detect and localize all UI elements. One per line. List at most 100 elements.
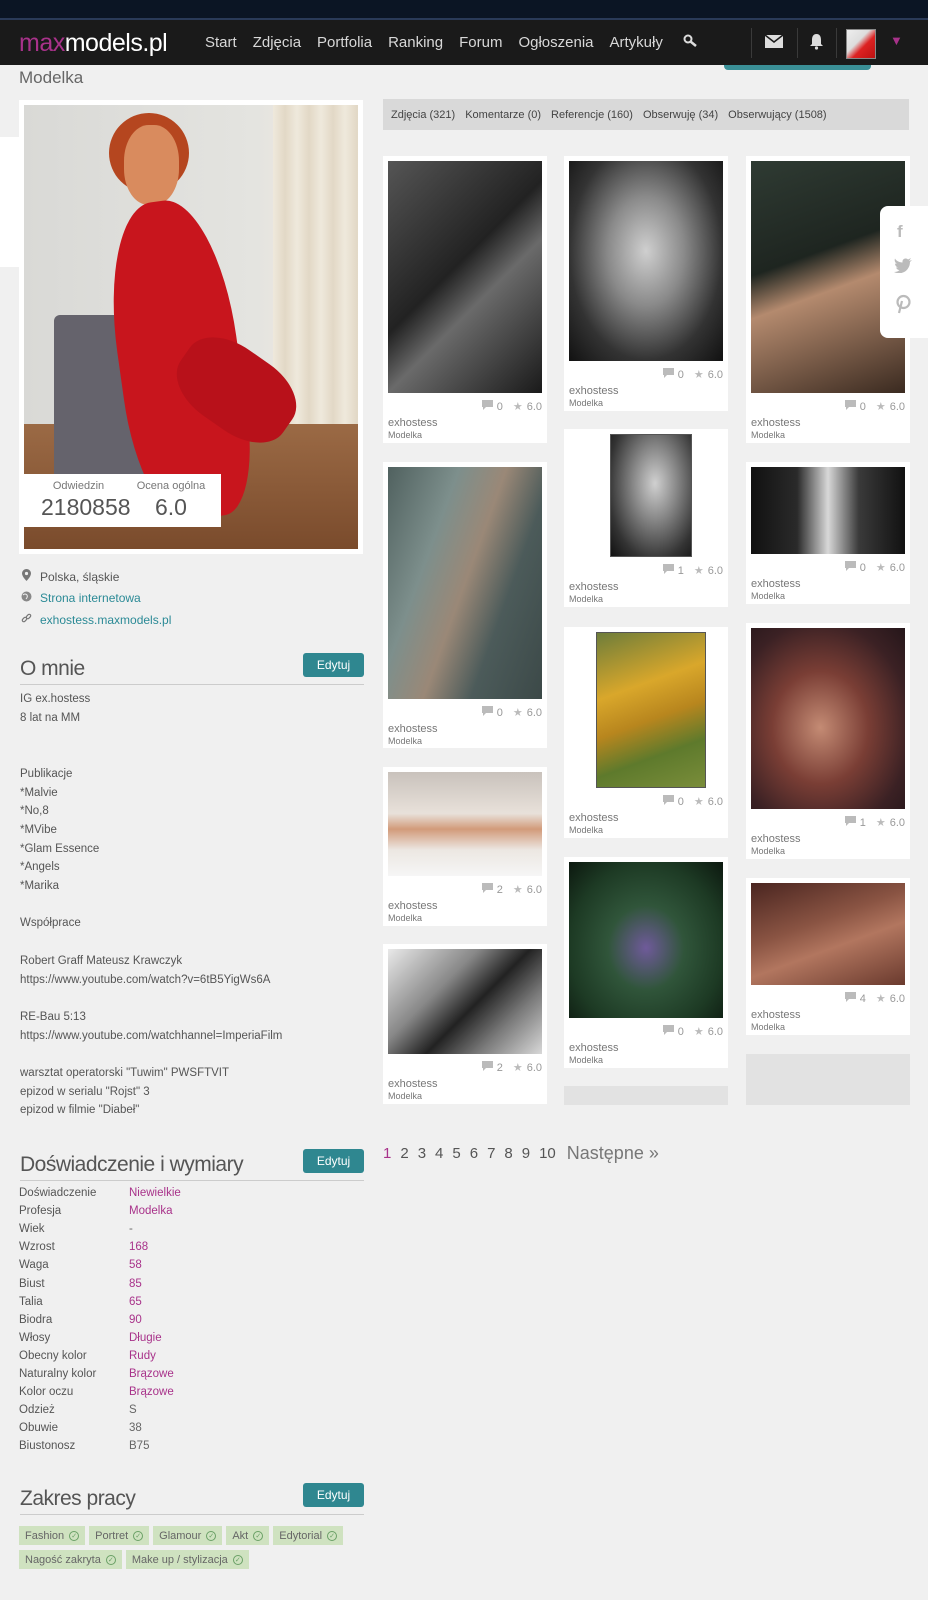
edit-work-button[interactable]: Edytuj [303, 1483, 364, 1507]
photo-rating: 6.0 [526, 883, 542, 896]
photo-card[interactable]: 1 ★ 6.0 exhostess Modelka [746, 623, 910, 859]
spec-value[interactable]: Rudy [129, 1350, 156, 1362]
photo-card[interactable]: 0 ★ 6.0 exhostess Modelka [564, 156, 728, 411]
spec-value[interactable]: Długie [129, 1332, 162, 1344]
nav-artykuly[interactable]: Artykuły [610, 34, 663, 51]
photo-thumbnail[interactable] [569, 161, 723, 361]
edit-experience-button[interactable]: Edytuj [303, 1149, 364, 1173]
edit-about-button[interactable]: Edytuj [303, 653, 364, 677]
experience-title: Doświadczenie i wymiary [20, 1153, 244, 1176]
main-nav: Start Zdjęcia Portfolia Ranking Forum Og… [205, 34, 679, 51]
logo[interactable]: maxmodels.pl [19, 29, 168, 58]
mail-icon[interactable] [764, 34, 784, 53]
page-3[interactable]: 3 [418, 1145, 426, 1162]
chevron-down-icon[interactable]: ▼ [890, 33, 903, 48]
search-icon[interactable] [683, 34, 699, 55]
page-1[interactable]: 1 [383, 1145, 391, 1162]
photo-rating: 6.0 [889, 992, 905, 1005]
spec-value[interactable]: 65 [129, 1296, 142, 1308]
teal-action-bar[interactable] [724, 65, 871, 70]
photo-author[interactable]: exhostess [751, 833, 801, 845]
photo-thumbnail[interactable] [751, 628, 905, 809]
avatar[interactable] [846, 29, 876, 59]
spec-row: Biust 85 [19, 1274, 181, 1292]
photo-meta: 2 ★ 6.0 [481, 1061, 542, 1074]
spec-value[interactable]: Modelka [129, 1205, 172, 1217]
photo-thumbnail[interactable] [388, 949, 542, 1054]
photo-author[interactable]: exhostess [388, 900, 438, 912]
page-6[interactable]: 6 [470, 1145, 478, 1162]
photo-card[interactable]: 1 ★ 6.0 exhostess Modelka [564, 429, 728, 607]
photo-card[interactable]: 4 ★ 6.0 exhostess Modelka [746, 878, 910, 1035]
comment-count: 2 [496, 883, 503, 896]
photo-author[interactable]: exhostess [569, 581, 619, 593]
photo-thumbnail[interactable] [388, 467, 542, 699]
photo-author[interactable]: exhostess [569, 1042, 619, 1054]
nav-start[interactable]: Start [205, 34, 237, 51]
photo-author[interactable]: exhostess [751, 578, 801, 590]
spec-value[interactable]: 90 [129, 1314, 142, 1326]
nav-portfolia[interactable]: Portfolia [317, 34, 372, 51]
twitter-icon[interactable] [894, 258, 912, 278]
nav-forum[interactable]: Forum [459, 34, 502, 51]
photo-thumbnail[interactable] [751, 467, 905, 554]
tab-followers[interactable]: Obserwujący (1508) [728, 109, 826, 121]
page-7[interactable]: 7 [487, 1145, 495, 1162]
photo-author[interactable]: exhostess [388, 1078, 438, 1090]
page-8[interactable]: 8 [504, 1145, 512, 1162]
photo-thumbnail[interactable] [751, 883, 905, 985]
bell-icon[interactable] [809, 33, 824, 55]
profile-url-link[interactable]: exhostess.maxmodels.pl [40, 613, 171, 627]
photo-card[interactable]: 2 ★ 6.0 exhostess Modelka [383, 944, 547, 1104]
nav-ogloszenia[interactable]: Ogłoszenia [518, 34, 593, 51]
photo-thumbnail[interactable] [569, 632, 723, 788]
spec-value[interactable]: Brązowe [129, 1386, 174, 1398]
photo-author[interactable]: exhostess [569, 385, 619, 397]
photo-thumbnail[interactable] [569, 434, 723, 557]
spec-value[interactable]: Niewielkie [129, 1187, 181, 1199]
facebook-icon[interactable]: f [897, 222, 903, 242]
page-4[interactable]: 4 [435, 1145, 443, 1162]
comment-icon [481, 400, 493, 413]
page-5[interactable]: 5 [452, 1145, 460, 1162]
comment-icon [844, 561, 856, 574]
photo-card[interactable]: 0 ★ 6.0 exhostess Modelka [383, 462, 547, 748]
photo-author[interactable]: exhostess [388, 417, 438, 429]
next-page-link[interactable]: Następne » [567, 1143, 659, 1164]
check-circle-icon: ✓ [133, 1530, 144, 1541]
photo-meta: 2 ★ 6.0 [481, 883, 542, 896]
tab-comments[interactable]: Komentarze (0) [465, 109, 541, 121]
website-link[interactable]: Strona internetowa [40, 591, 141, 605]
photo-author[interactable]: exhostess [569, 812, 619, 824]
nav-zdjecia[interactable]: Zdjęcia [253, 34, 301, 51]
page-10[interactable]: 10 [539, 1145, 556, 1162]
photo-thumbnail[interactable] [388, 772, 542, 876]
photo-thumbnail[interactable] [388, 161, 542, 393]
spec-value[interactable]: 85 [129, 1278, 142, 1290]
photo-meta: 0 ★ 6.0 [844, 561, 905, 574]
photo-author[interactable]: exhostess [388, 723, 438, 735]
photo-author[interactable]: exhostess [751, 1009, 801, 1021]
spec-value[interactable]: 168 [129, 1241, 148, 1253]
pinterest-icon[interactable] [895, 294, 912, 319]
photo-card[interactable]: 0 ★ 6.0 exhostess Modelka [564, 857, 728, 1068]
photo-card[interactable]: 2 ★ 6.0 exhostess Modelka [383, 767, 547, 926]
side-tab[interactable] [0, 137, 19, 267]
page-9[interactable]: 9 [522, 1145, 530, 1162]
spec-value[interactable]: Brązowe [129, 1368, 174, 1380]
tab-references[interactable]: Referencje (160) [551, 109, 633, 121]
top-strip [0, 0, 928, 18]
photo-card[interactable]: 0 ★ 6.0 exhostess Modelka [564, 627, 728, 838]
spec-row: Obecny kolor Rudy [19, 1347, 181, 1365]
page-2[interactable]: 2 [400, 1145, 408, 1162]
comment-count: 0 [859, 561, 866, 574]
photo-thumbnail[interactable] [569, 862, 723, 1018]
spec-value[interactable]: 58 [129, 1259, 142, 1271]
tab-photos[interactable]: Zdjęcia (321) [391, 109, 455, 121]
tab-following[interactable]: Obserwuję (34) [643, 109, 718, 121]
nav-ranking[interactable]: Ranking [388, 34, 443, 51]
photo-card[interactable]: 0 ★ 6.0 exhostess Modelka [746, 462, 910, 604]
comment-icon [481, 883, 493, 896]
photo-card[interactable]: 0 ★ 6.0 exhostess Modelka [383, 156, 547, 443]
photo-author[interactable]: exhostess [751, 417, 801, 429]
